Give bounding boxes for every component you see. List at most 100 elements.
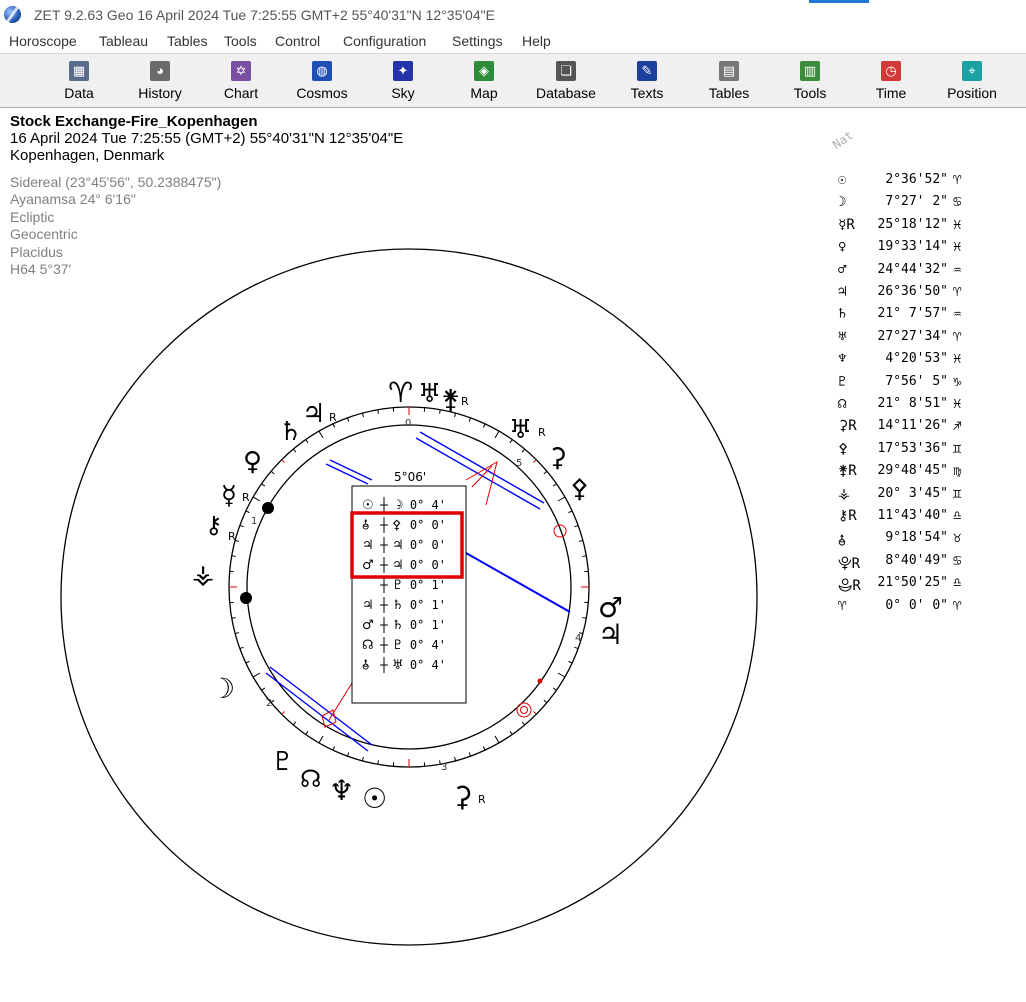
planet-row[interactable]: ☊ 21° 8'51" ♓: [836, 396, 1021, 418]
planet-row[interactable]: ♃ 26°36'50" ♈: [836, 284, 1021, 306]
planet-position: 7°56' 5": [885, 373, 948, 389]
retro-mark: R: [242, 491, 250, 504]
planet-row[interactable]: ♇ 7°56' 5" ♑: [836, 374, 1021, 396]
retro-mark: R: [538, 426, 546, 439]
degree-tick: [533, 711, 537, 715]
zodiac-sign: ♎: [953, 575, 962, 592]
degree-tick: [305, 439, 309, 444]
aspect-planet-a: ⯗: [362, 518, 370, 533]
aspect-planet-b: ♅: [392, 658, 404, 673]
degree-tick: [346, 752, 350, 757]
zodiac-sign: ♋: [953, 194, 962, 211]
degree-tick: [332, 423, 336, 428]
degree-tick: [552, 687, 557, 691]
saturn-glyph[interactable]: ♄: [279, 417, 302, 447]
planet-row[interactable]: ☿R 25°18'12" ♓: [836, 217, 1021, 239]
uranus-glyph[interactable]: ♅: [418, 379, 441, 409]
retro-mark: R: [461, 395, 469, 408]
planet-row[interactable]: ⚵R 29°48'45" ♍: [836, 463, 1021, 485]
aspect-planet-b: ♇: [392, 578, 404, 593]
planet-row[interactable]: ♈ 0° 0' 0" ♈: [836, 598, 1021, 620]
aspect-line: [465, 552, 571, 613]
planet-position: 21° 7'57": [877, 306, 948, 322]
degree-tick: [231, 555, 236, 557]
pluto-glyph[interactable]: ♇: [271, 747, 294, 777]
degree-tick: [235, 632, 240, 635]
planet-row[interactable]: ♂ 24°44'32" ♒: [836, 262, 1021, 284]
aspect-planet-a: ♂: [362, 558, 374, 573]
planet-row[interactable]: ♄ 21° 7'57" ♒: [836, 306, 1021, 328]
zodiac-sign: ♐: [953, 418, 962, 435]
uranus-glyph-2[interactable]: ♅: [509, 415, 532, 445]
aspect-line: [329, 459, 373, 481]
ceres-glyph-2[interactable]: ⚳: [548, 443, 567, 473]
planet-row[interactable]: ♆ 4°20'53" ♓: [836, 351, 1021, 373]
zodiac-sign: ♊: [953, 485, 962, 502]
planet-row[interactable]: ⚴ 17°53'36" ♊: [836, 441, 1021, 463]
vesta-glyph[interactable]: ⚶: [192, 560, 214, 590]
aries-glyph[interactable]: ♈: [388, 376, 413, 409]
degree-tick: [245, 510, 250, 514]
aspect-orb: 0° 0': [410, 518, 446, 532]
planet-row[interactable]: ⯓R 8°40'49" ♋: [836, 553, 1021, 575]
moon-glyph[interactable]: ☽: [210, 672, 235, 705]
planet-position: 19°33'14": [877, 239, 948, 255]
degree-tick: [482, 423, 486, 428]
ceres-glyph[interactable]: ⚳: [452, 780, 473, 813]
planet-row[interactable]: ⚳R 14°11'26" ♐: [836, 418, 1021, 440]
house-number: 1: [251, 516, 257, 527]
degree-tick: [582, 617, 587, 619]
degree-tick: [482, 746, 486, 751]
aspect-planet-a: ♃: [362, 538, 374, 553]
planet-position: 29°48'45": [877, 463, 948, 479]
mercury-glyph[interactable]: ☿: [221, 481, 237, 511]
jupiter-glyph[interactable]: ♃: [302, 399, 325, 429]
pallas-glyph[interactable]: ⚴: [570, 474, 589, 504]
zodiac-sign: ♒: [953, 261, 962, 278]
degree-tick: [346, 417, 350, 422]
planet-row[interactable]: ☉ 2°36'52" ♈: [836, 172, 1021, 194]
planet-row[interactable]: ☽ 7°27' 2" ♋: [836, 194, 1021, 216]
degree-tick: [468, 752, 472, 757]
neptune-glyph[interactable]: ♆: [329, 774, 354, 807]
planet-position: 2°36'52": [885, 172, 948, 187]
zodiac-sign: ♈: [953, 597, 962, 614]
aspect-orb: 0° 4': [410, 658, 446, 672]
degree-tick: [281, 459, 285, 463]
degree-tick: [318, 430, 324, 439]
jupiter-glyph-2[interactable]: ♃: [598, 618, 623, 651]
planet-row[interactable]: ⚶ 20° 3'45" ♊: [836, 486, 1021, 508]
sun-glyph[interactable]: ☉: [362, 782, 387, 815]
aspect-orb-header: 5°06': [394, 470, 426, 484]
juno-glyph[interactable]: ⚵: [441, 385, 460, 415]
retro-mark: R: [228, 530, 236, 543]
degree-tick: [574, 646, 579, 650]
degree-tick: [568, 660, 573, 664]
degree-tick: [578, 539, 583, 542]
degree-tick: [509, 730, 513, 735]
planet-row[interactable]: ⯕R 21°50'25" ♎: [836, 575, 1021, 597]
planet-row[interactable]: ♀ 19°33'14" ♓: [836, 239, 1021, 261]
zodiac-sign: ♓: [953, 396, 962, 412]
zodiac-sign: ♉: [953, 530, 962, 547]
red-marker: [516, 702, 532, 718]
degree-tick: [235, 539, 240, 542]
degree-tick: [281, 711, 285, 715]
zodiac-sign: ♍: [953, 463, 962, 480]
planet-position: 4°20'53": [885, 351, 948, 367]
zodiac-sign: ♈: [953, 172, 962, 188]
planet-row[interactable]: ⚷R 11°43'40" ♎: [836, 508, 1021, 530]
degree-tick: [377, 760, 379, 765]
house-number: 0: [405, 418, 411, 429]
degree-tick: [292, 448, 297, 453]
node-glyph[interactable]: ☊: [300, 765, 321, 793]
aspect-orb: 0° 1': [410, 618, 446, 632]
planet-row[interactable]: ♅ 27°27'34" ♈: [836, 329, 1021, 351]
planet-row[interactable]: ⯗ 9°18'54" ♉: [836, 530, 1021, 552]
retro-mark: R: [329, 411, 337, 424]
degree-tick: [557, 672, 566, 678]
venus-glyph[interactable]: ♀: [243, 447, 262, 477]
chiron-glyph[interactable]: ⚷: [205, 511, 223, 539]
degree-tick: [552, 483, 557, 487]
planet-position: 21°50'25": [877, 575, 948, 591]
